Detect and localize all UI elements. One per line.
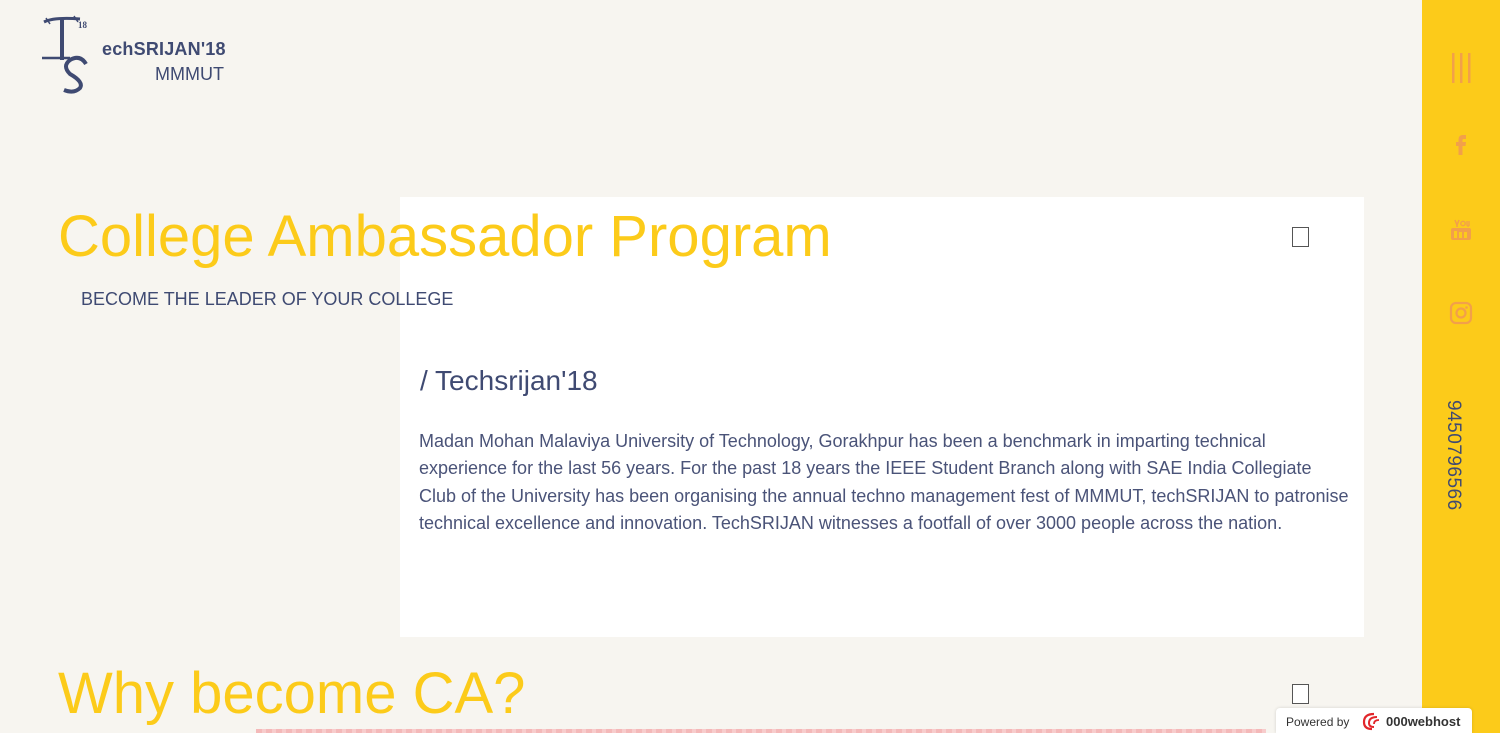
ts-logo-mark: 18 bbox=[42, 15, 88, 94]
powered-by-label: Powered by bbox=[1286, 715, 1350, 729]
right-sidebar: 9450796566 bbox=[1422, 0, 1500, 733]
page: 18 echSRIJAN'18 MMMUT College Ambassador… bbox=[0, 0, 1500, 733]
about-body: Madan Mohan Malaviya University of Techn… bbox=[419, 431, 1349, 534]
facebook-icon[interactable] bbox=[1448, 131, 1474, 157]
powered-by-badge[interactable]: Powered by 000webhost bbox=[1276, 708, 1472, 733]
why-title: Why become CA? bbox=[58, 661, 526, 726]
logo-superscript: 18 bbox=[78, 20, 88, 30]
youtube-icon[interactable] bbox=[1448, 217, 1474, 243]
webhost-logo-icon bbox=[1362, 712, 1380, 731]
phone-number[interactable]: 9450796566 bbox=[1442, 400, 1464, 511]
powered-by-brand: 000webhost bbox=[1386, 714, 1461, 729]
menu-icon[interactable] bbox=[1448, 53, 1474, 83]
site-logo[interactable]: 18 echSRIJAN'18 MMMUT bbox=[40, 14, 240, 94]
logo-title: echSRIJAN'18 bbox=[102, 39, 226, 59]
hero-subtitle: BECOME THE LEADER OF YOUR COLLEGE bbox=[81, 289, 454, 309]
card-checkbox[interactable] bbox=[1292, 227, 1309, 247]
pink-strip bbox=[256, 729, 1266, 733]
hero-title: College Ambassador Program bbox=[58, 204, 832, 269]
about-heading: / Techsrijan'18 bbox=[420, 365, 598, 396]
logo-subtitle: MMMUT bbox=[155, 64, 224, 84]
instagram-icon[interactable] bbox=[1448, 300, 1474, 326]
why-checkbox[interactable] bbox=[1292, 684, 1309, 704]
